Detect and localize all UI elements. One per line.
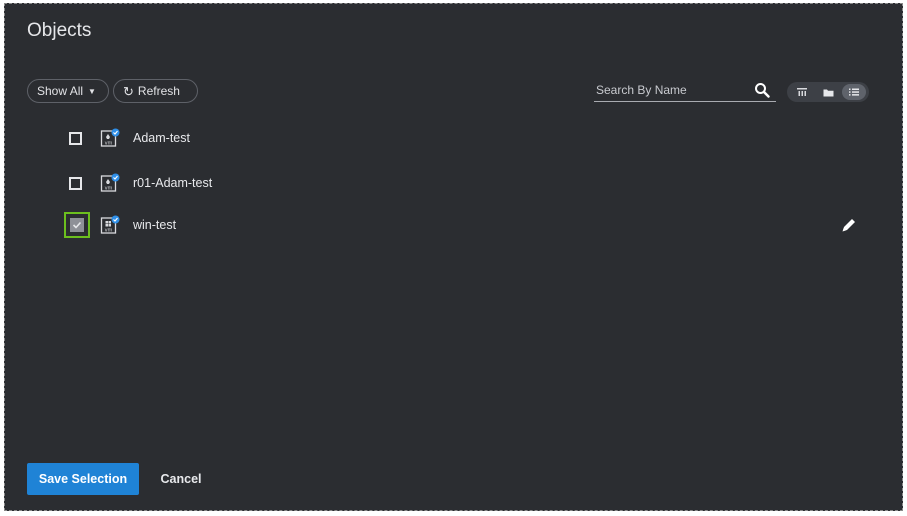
row-checkbox[interactable] [69, 176, 82, 190]
dialog-title: Objects [27, 20, 92, 41]
row-checkbox[interactable] [69, 131, 82, 145]
svg-text:vm: vm [105, 228, 113, 234]
list-view-button[interactable] [842, 84, 866, 100]
refresh-label: Refresh [137, 84, 180, 98]
cancel-button[interactable]: Cancel [151, 463, 211, 495]
save-selection-button[interactable]: Save Selection [27, 463, 139, 495]
search-icon[interactable] [754, 82, 770, 98]
show-all-dropdown[interactable]: Show All ▼ [27, 79, 109, 103]
show-all-label: Show All [37, 84, 84, 98]
refresh-icon: ↻ [123, 83, 134, 99]
object-name: win-test [133, 218, 177, 232]
caret-down-icon: ▼ [88, 86, 96, 96]
refresh-button[interactable]: ↻ Refresh [113, 79, 198, 103]
object-name: Adam-test [133, 131, 190, 145]
checkmark-box [70, 218, 84, 232]
list-view-icon [849, 88, 859, 96]
folder-view-icon [823, 89, 833, 96]
svg-text:vm: vm [105, 141, 113, 147]
list-item[interactable]: vm r01-Adam-test [5, 162, 902, 204]
objects-dialog: Objects Show All ▼ ↻ Refresh Search By N… [4, 3, 903, 511]
object-name: r01-Adam-test [133, 176, 213, 190]
view-mode-toggle [787, 82, 869, 102]
folder-view-button[interactable] [816, 84, 840, 100]
vm-windows-icon: vm [100, 215, 120, 234]
row-checkbox-checked[interactable] [64, 212, 90, 238]
tree-view-icon [797, 88, 807, 96]
vm-linux-icon: vm [100, 173, 120, 192]
list-item[interactable]: vm win-test [5, 204, 902, 246]
list-item[interactable]: vm Adam-test [5, 117, 902, 159]
tree-view-button[interactable] [790, 84, 814, 100]
search-input[interactable] [596, 80, 746, 100]
checkmark-icon [72, 221, 82, 229]
vm-linux-icon: vm [100, 128, 120, 147]
svg-text:vm: vm [105, 186, 113, 192]
search-box [594, 80, 776, 102]
pencil-edit-icon[interactable] [840, 216, 858, 234]
